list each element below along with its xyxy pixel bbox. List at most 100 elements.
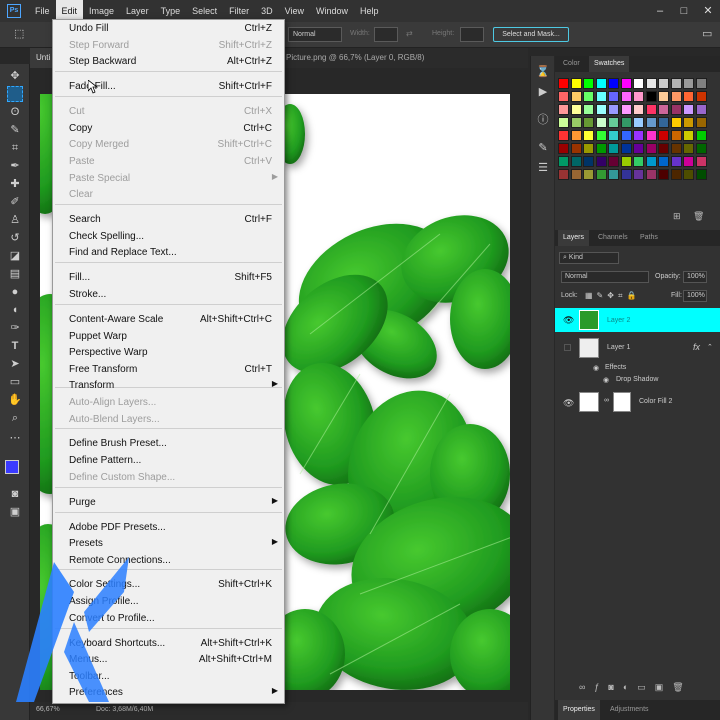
swatch-color[interactable] [608,169,619,180]
menu-item-define-pattern[interactable]: Define Pattern... [53,453,284,469]
swatch-color[interactable] [670,91,682,102]
swatch-color[interactable] [558,78,569,89]
workspace-icon[interactable]: ▭ [702,27,712,40]
move-tool-icon[interactable]: ✥ [7,68,23,84]
swatch-color[interactable] [595,143,607,154]
menu-item-define-custom-shape[interactable]: Define Custom Shape... [53,470,284,486]
swatch-color[interactable] [558,91,569,102]
menu-item-transform[interactable]: Transform ▶ [53,378,284,394]
menu-item-paste-special[interactable]: Paste Special ▶ [53,171,284,187]
layer-row-layer-2[interactable]: 👁 Layer 2 [555,308,720,332]
menu-help[interactable]: Help [354,0,385,22]
swatch-color[interactable] [595,104,607,115]
swatch-delete-icon[interactable]: 🗑 [693,211,704,222]
swatch-color[interactable] [683,91,694,102]
swatch-color[interactable] [583,117,594,128]
swatch-color[interactable] [595,130,607,141]
layer-footer-icons[interactable]: ∞ƒ◙◐▭▣🗑 [579,682,693,693]
swatch-color[interactable] [683,169,694,180]
eyedropper-icon[interactable]: ✒ [7,158,23,174]
swatch-color[interactable] [570,117,582,128]
swatch-color[interactable] [670,104,682,115]
menu-item-purge[interactable]: Purge ▶ [53,495,284,511]
tab-adjustments[interactable]: Adjustments [605,700,654,720]
menu-item-step-forward[interactable]: Step Forward Shift+Ctrl+Z [53,38,284,54]
swatch-color[interactable] [620,156,632,167]
swatch-color[interactable] [670,143,682,154]
close-icon[interactable]: ✕ [696,0,720,22]
style-select[interactable]: Normal [288,27,342,42]
swatch-color[interactable] [633,91,644,102]
swatch-color[interactable] [695,117,707,128]
history-brush-icon[interactable]: ↺ [7,230,23,246]
swatch-color[interactable] [695,169,707,180]
swatch-color[interactable] [595,156,607,167]
menu-item-free-transform[interactable]: Free Transform Ctrl+T [53,362,284,378]
swatch-color[interactable] [695,156,707,167]
swatch-color[interactable] [558,104,569,115]
swatch-color[interactable] [633,143,644,154]
swatch-color[interactable] [645,130,657,141]
zoom-tool-icon[interactable]: ⌕ [7,410,23,426]
menu-window[interactable]: Window [310,0,354,22]
drop-shadow-eye-icon[interactable]: ◉ [603,376,609,384]
swatch-color[interactable] [608,156,619,167]
menu-item-search[interactable]: Search Ctrl+F [53,212,284,228]
swatch-color[interactable] [683,78,694,89]
drop-shadow-row[interactable]: ◉ Drop Shadow [555,374,720,388]
swatch-color[interactable] [670,78,682,89]
swatch-color[interactable] [620,130,632,141]
swatch-color[interactable] [695,78,707,89]
swatch-color[interactable] [658,117,669,128]
clone-stamp-icon[interactable]: ♙ [7,212,23,228]
swatch-color[interactable] [620,78,632,89]
menu-item-auto-blend-layers[interactable]: Auto-Blend Layers... [53,412,284,428]
swatch-color[interactable] [595,78,607,89]
swatch-color[interactable] [608,117,619,128]
swatch-color[interactable] [583,156,594,167]
tab-layers[interactable]: Layers [558,230,590,246]
swatch-color[interactable] [558,169,569,180]
menu-item-find-and-replace-text[interactable]: Find and Replace Text... [53,245,284,261]
swatch-color[interactable] [558,143,569,154]
more-tools-icon[interactable]: ⋯ [7,430,23,446]
swatch-color[interactable] [645,91,657,102]
menu-item-puppet-warp[interactable]: Puppet Warp [53,329,284,345]
swatch-color[interactable] [583,130,594,141]
swatch-color[interactable] [595,169,607,180]
swatch-color[interactable] [670,156,682,167]
fill-input[interactable]: 100% [683,290,707,302]
swatch-color[interactable] [583,143,594,154]
menu-item-cut[interactable]: Cut Ctrl+X [53,104,284,120]
height-input[interactable] [460,27,484,42]
blur-tool-icon[interactable]: ● [7,284,23,300]
layer-row-color-fill-2[interactable]: 👁 ∞ Color Fill 2 [555,390,720,414]
healing-brush-icon[interactable]: ✚ [7,176,23,192]
marquee-tool-icon[interactable] [7,86,23,102]
swatch-color[interactable] [683,130,694,141]
swatch-color[interactable] [645,78,657,89]
swatch-color[interactable] [658,143,669,154]
swatch-color[interactable] [608,91,619,102]
swatch-color[interactable] [583,169,594,180]
swatch-color[interactable] [570,143,582,154]
swatch-color[interactable] [683,156,694,167]
swatch-color[interactable] [558,130,569,141]
expand-chevron-icon[interactable]: ⌃ [707,343,713,351]
swatch-color[interactable] [570,91,582,102]
menu-item-stroke[interactable]: Stroke... [53,287,284,303]
dodge-tool-icon[interactable]: ◖ [7,302,23,318]
menu-item-paste[interactable]: Paste Ctrl+V [53,154,284,170]
swatch-color[interactable] [683,143,694,154]
tab-paths[interactable]: Paths [635,230,663,246]
swatch-color[interactable] [608,78,619,89]
eraser-tool-icon[interactable]: ◪ [7,248,23,264]
swatch-color[interactable] [595,91,607,102]
swatch-color[interactable] [620,143,632,154]
visibility-eye-icon[interactable]: 👁 [563,398,574,409]
swatch-color[interactable] [695,91,707,102]
fx-badge[interactable]: fx [693,342,700,352]
swatch-color[interactable] [583,91,594,102]
swatch-color[interactable] [645,117,657,128]
swatch-color[interactable] [645,156,657,167]
